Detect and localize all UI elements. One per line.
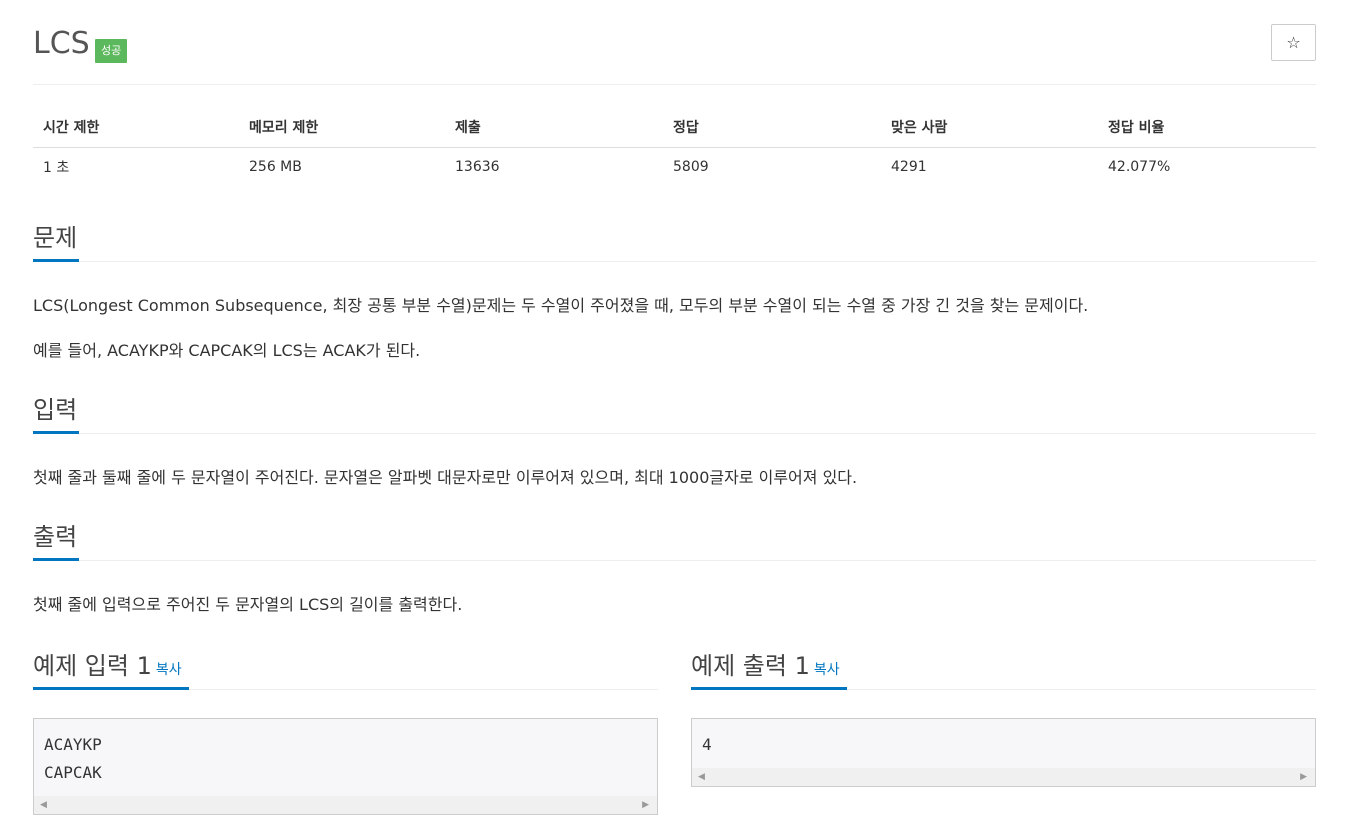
copy-sample-output-button[interactable]: 복사 (814, 662, 840, 678)
sample-output-box[interactable]: 4 ◀ ▶ (691, 718, 1316, 787)
problem-description-1: LCS(Longest Common Subsequence, 최장 공통 부분… (33, 296, 1089, 315)
horizontal-scrollbar[interactable]: ◀ ▶ (34, 796, 657, 814)
info-value-row: 1 초 256 MB 13636 5809 4291 42.077% (33, 147, 1316, 187)
sample-output-heading-text: 예제 출력 1 (691, 652, 810, 680)
accepted-value: 5809 (673, 159, 709, 176)
input-heading-text: 입력 (33, 396, 78, 424)
header-time-limit: 시간 제한 (33, 108, 239, 148)
output-heading-text: 출력 (33, 523, 78, 551)
scroll-left-icon[interactable]: ◀ (40, 800, 47, 810)
solved-users-value: 4291 (891, 159, 927, 176)
scroll-left-icon[interactable]: ◀ (698, 772, 705, 782)
sample-input-line: ACAYKP (44, 735, 102, 754)
header-submissions: 제출 (445, 108, 663, 148)
header-accept-ratio: 정답 비율 (1098, 108, 1316, 148)
accept-ratio-value: 42.077% (1108, 159, 1171, 176)
header-memory-limit: 메모리 제한 (239, 108, 445, 148)
sample-input-box[interactable]: ACAYKP CAPCAK ◀ ▶ (33, 718, 658, 815)
problem-description-2: 예를 들어, ACAYKP와 CAPCAK의 LCS는 ACAK가 된다. (33, 341, 421, 360)
star-icon: ☆ (1286, 33, 1301, 52)
sample-input-line: CAPCAK (44, 763, 102, 782)
scroll-right-icon[interactable]: ▶ (1300, 772, 1307, 782)
scroll-right-icon[interactable]: ▶ (642, 800, 649, 810)
sample-output-heading: 예제 출력 1 복사 (691, 650, 1316, 690)
sample-output-line: 4 (702, 735, 712, 754)
header-accepted: 정답 (663, 108, 881, 148)
horizontal-scrollbar[interactable]: ◀ ▶ (692, 768, 1315, 786)
problem-info-table: 시간 제한 메모리 제한 제출 정답 맞은 사람 정답 비율 1 초 256 M… (33, 108, 1316, 187)
time-limit-value: 1 초 (43, 160, 70, 177)
output-description: 첫째 줄에 입력으로 주어진 두 문자열의 LCS의 길이를 출력한다. (33, 595, 463, 614)
sample-input-heading-text: 예제 입력 1 (33, 652, 152, 680)
info-header-row: 시간 제한 메모리 제한 제출 정답 맞은 사람 정답 비율 (33, 108, 1316, 148)
input-description: 첫째 줄과 둘째 줄에 두 문자열이 주어진다. 문자열은 알파벳 대문자로만 … (33, 468, 858, 487)
sample-input-heading: 예제 입력 1 복사 (33, 650, 658, 690)
problem-title: LCS (33, 26, 90, 61)
problem-heading-text: 문제 (33, 224, 78, 252)
sample-output-text: 4 (702, 731, 712, 759)
header-solved-users: 맞은 사람 (881, 108, 1098, 148)
input-section-heading: 입력 (33, 394, 1316, 434)
submissions-value: 13636 (455, 159, 500, 176)
problem-page: LCS 성공 ☆ 시간 제한 메모리 제한 제출 정답 맞은 사람 정답 비율 … (33, 0, 1316, 826)
problem-header: LCS 성공 ☆ (33, 24, 1316, 85)
problem-section-heading: 문제 (33, 222, 1316, 262)
status-badge: 성공 (95, 39, 128, 63)
favorite-button[interactable]: ☆ (1271, 24, 1316, 61)
memory-limit-value: 256 MB (249, 159, 302, 176)
sample-input-text: ACAYKP CAPCAK (44, 731, 102, 787)
copy-sample-input-button[interactable]: 복사 (156, 662, 182, 678)
output-section-heading: 출력 (33, 521, 1316, 561)
